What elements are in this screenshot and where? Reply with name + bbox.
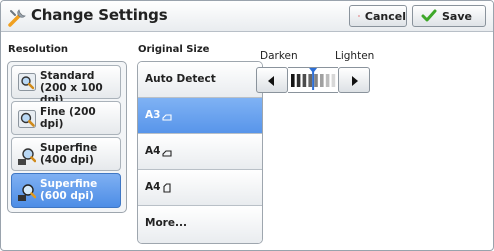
lighten-button[interactable]	[338, 67, 370, 93]
resolution-standard-line1: Standard	[40, 70, 95, 82]
arrow-right-icon	[352, 76, 358, 86]
size-a4-landscape-label: A4	[145, 145, 161, 157]
magnifier-icon	[18, 184, 36, 201]
darken-label: Darken	[260, 50, 298, 62]
resolution-fine-label: Fine (200 dpi)	[40, 106, 96, 130]
change-settings-dialog: Change Settings Cancel Save Resolution S…	[0, 0, 494, 251]
size-a4-portrait-button[interactable]: A4	[138, 170, 262, 206]
checkmark-icon	[421, 9, 437, 22]
magnifier-icon	[18, 73, 36, 91]
original-size-heading: Original Size	[138, 44, 210, 55]
size-more-label: More...	[145, 217, 187, 229]
density-scale-tick	[325, 74, 330, 87]
density-scale-tick	[302, 74, 307, 87]
density-scale-tick	[331, 74, 336, 87]
density-scale-tick	[308, 74, 312, 87]
magnifier-icon	[18, 110, 36, 128]
resolution-superfine-600-button[interactable]: Superfine (600 dpi)	[11, 173, 121, 208]
size-auto-detect-label: Auto Detect	[145, 73, 216, 85]
size-a3-landscape-button[interactable]: A3	[138, 98, 262, 134]
resolution-superfine-600-line1: Superfine	[40, 178, 98, 190]
darken-button[interactable]	[256, 67, 288, 93]
resolution-heading: Resolution	[8, 44, 69, 55]
resolution-superfine-400-line2: (400 dpi)	[40, 154, 94, 166]
save-button[interactable]: Save	[412, 5, 486, 27]
density-scale-tick	[296, 74, 301, 87]
density-scale-tick	[314, 74, 318, 87]
density-scale[interactable]	[288, 67, 338, 93]
landscape-orientation-icon	[162, 114, 172, 121]
resolution-superfine-600-line2: (600 dpi)	[40, 190, 94, 202]
size-more-button[interactable]: More...	[138, 206, 262, 243]
resolution-fine-button[interactable]: Fine (200 dpi)	[11, 101, 121, 135]
tools-icon	[8, 9, 26, 27]
resolution-panel: Standard (200 x 100 dpi) Fine (200 dpi) …	[7, 61, 127, 213]
magnifier-icon	[18, 148, 36, 165]
size-a4-landscape-button[interactable]: A4	[138, 134, 262, 170]
density-scale-graphic	[291, 68, 336, 90]
arrow-left-icon	[268, 76, 274, 86]
resolution-superfine-400-button[interactable]: Superfine (400 dpi)	[11, 137, 121, 171]
size-auto-detect-button[interactable]: Auto Detect	[138, 62, 262, 98]
cancel-button[interactable]: Cancel	[349, 5, 407, 27]
title-bar: Change Settings Cancel Save	[1, 1, 493, 32]
resolution-standard-button[interactable]: Standard (200 x 100 dpi)	[11, 65, 121, 106]
size-a4-portrait-label: A4	[145, 181, 161, 193]
cancel-button-label: Cancel	[364, 9, 406, 23]
original-size-panel: Auto Detect A3 A4 A4 More...	[137, 61, 263, 244]
size-a3-label: A3	[145, 109, 161, 121]
density-scale-tick	[320, 74, 324, 87]
page-title: Change Settings	[31, 6, 168, 24]
x-icon	[358, 15, 360, 17]
resolution-superfine-400-line1: Superfine	[40, 142, 98, 154]
save-button-label: Save	[442, 9, 472, 23]
portrait-orientation-icon	[163, 183, 171, 193]
density-scale-tick	[291, 74, 295, 87]
lighten-label: Lighten	[335, 50, 375, 62]
landscape-orientation-icon	[162, 150, 172, 157]
